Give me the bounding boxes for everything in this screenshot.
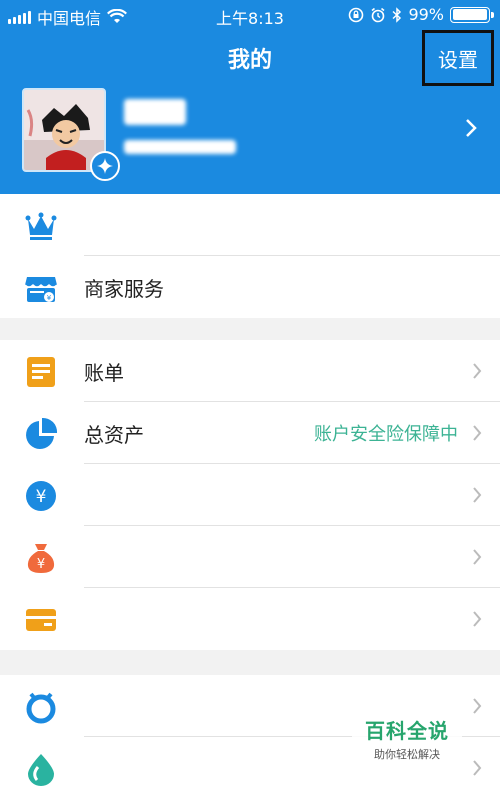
pie-chart-icon [24, 417, 58, 451]
money-bag-icon: ¥ [24, 541, 58, 575]
settings-button[interactable]: 设置 [422, 30, 494, 86]
watermark-title: 百科全说 [365, 719, 449, 743]
profile-card[interactable] [0, 85, 500, 185]
menu-item-card[interactable] [0, 588, 500, 650]
menu-item-merchant-service[interactable]: ¥ 商家服务 [0, 256, 500, 318]
drop-icon [24, 752, 58, 786]
avatar-badge [90, 151, 120, 181]
chevron-right-icon [473, 760, 482, 776]
chevron-right-icon [473, 363, 482, 379]
menu-item-money-bag[interactable]: ¥ [0, 526, 500, 588]
crown-icon [24, 209, 58, 243]
insurance-status-text: 账户安全险保障中 [314, 424, 458, 445]
timer-ring-icon [24, 690, 58, 724]
yen-circle-icon: ¥ [24, 479, 58, 513]
menu-section-1: ¥ 商家服务 [0, 194, 500, 318]
bill-icon [24, 355, 58, 389]
user-account [124, 140, 236, 154]
sparkle-star-icon [97, 158, 113, 174]
battery-icon [450, 6, 494, 23]
svg-text:¥: ¥ [36, 487, 47, 507]
menu-item-label: 账单 [84, 360, 124, 385]
status-right: 99% [348, 5, 494, 24]
orientation-lock-icon [349, 7, 364, 22]
svg-text:¥: ¥ [47, 294, 52, 302]
menu-section-2: 账单 总资产 账户安全险保障中 ¥ ¥ [0, 340, 500, 650]
profile-header: 中国电信 上午8:13 99% 我的 设置 [0, 0, 500, 194]
chevron-right-icon [473, 487, 482, 503]
svg-text:¥: ¥ [37, 557, 45, 572]
chevron-right-icon [466, 119, 477, 137]
user-name [124, 99, 186, 125]
chevron-right-icon [473, 698, 482, 714]
menu-item-total-assets[interactable]: 总资产 账户安全险保障中 [0, 402, 500, 464]
menu-item-label: 商家服务 [84, 276, 164, 301]
chevron-right-icon [473, 611, 482, 627]
bluetooth-icon [392, 6, 402, 23]
menu-item-membership[interactable] [0, 194, 500, 256]
menu-item-label: 总资产 [84, 422, 144, 447]
card-icon [24, 603, 58, 637]
watermark: 百科全说 助你轻松解决 [352, 715, 462, 763]
chevron-right-icon [473, 549, 482, 565]
store-icon: ¥ [24, 271, 58, 305]
menu-item-bill[interactable]: 账单 [0, 340, 500, 402]
chevron-right-icon [473, 425, 482, 441]
status-bar: 中国电信 上午8:13 99% [0, 0, 500, 30]
menu-item-balance[interactable]: ¥ [0, 464, 500, 526]
battery-percent: 99% [408, 5, 444, 24]
watermark-subtitle: 助你轻松解决 [374, 748, 440, 761]
alarm-icon [371, 7, 385, 22]
